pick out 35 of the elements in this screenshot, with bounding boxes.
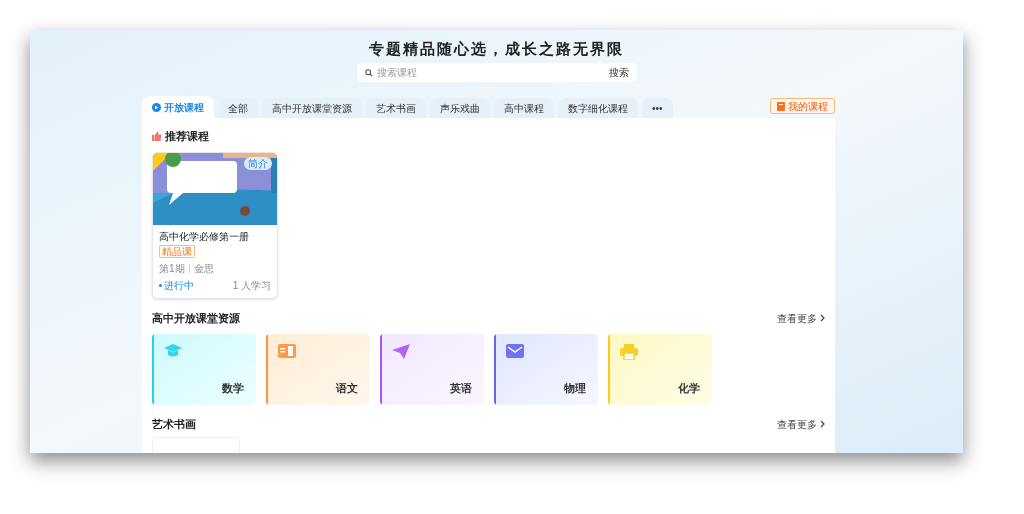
category-tab[interactable]: 全部 [218,98,258,118]
subject-label: 数学 [222,380,244,396]
subject-label: 语文 [336,380,358,396]
subject-label: 物理 [564,380,586,396]
page-title: 专题精品随心选，成长之路无界限 [369,39,624,59]
course-title: 高中化学必修第一册 [159,230,250,243]
my-courses-button[interactable]: 我的课程 [770,98,835,114]
search-field[interactable]: 搜索课程 [376,65,605,80]
subject-card[interactable]: 数学 [152,334,256,405]
subject-card[interactable]: 英语 [380,334,484,405]
course-card[interactable]: 简介 高中化学必修第一册 精品课 第1期 金思 进行中 1 人学习 [152,152,278,299]
section-title: 高中开放课堂资源 [152,310,240,326]
category-tab[interactable]: 高中课程 [494,98,554,118]
view-more-link[interactable]: 查看更多 [777,416,825,432]
search-bar[interactable]: 搜索课程 搜索 [356,63,637,82]
view-more-link[interactable]: 查看更多 [777,310,825,326]
subject-card[interactable]: 化学 [608,334,712,405]
category-tab[interactable]: 声乐戏曲 [430,98,490,118]
course-status: 进行中 [159,278,194,293]
subject-label: 化学 [678,380,700,396]
subject-label: 英语 [450,380,472,396]
category-tab[interactable]: 高中开放课堂资源 [262,98,362,118]
subject-card[interactable]: 物理 [494,334,598,405]
section-title: 艺术书画 [152,416,196,432]
course-tag: 精品课 [159,245,195,258]
category-tab[interactable]: 艺术书画 [366,98,426,118]
category-tab[interactable]: 数字细化课程 [558,98,638,118]
subject-card[interactable]: 语文 [266,334,370,405]
search-button[interactable]: 搜索 [608,65,629,80]
teacher-name: 金思 [193,262,214,276]
learner-count: 1 人学习 [232,279,271,293]
category-tab[interactable]: 开放课程 [142,96,214,118]
category-tab[interactable]: ••• [642,98,673,118]
course-term: 第1期 [159,262,185,276]
section-title: 推荐课程 [165,128,209,144]
